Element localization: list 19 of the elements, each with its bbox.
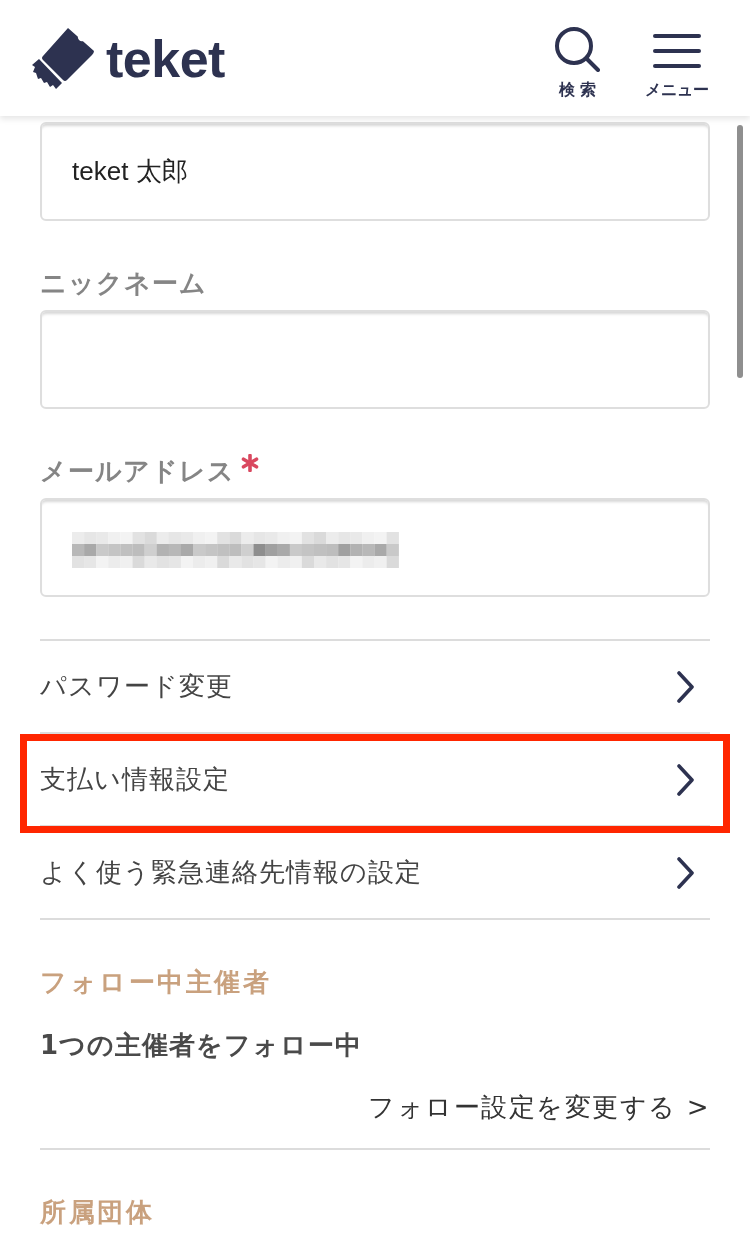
settings-link[interactable]: よく使う緊急連絡先情報の設定 (40, 827, 710, 920)
menu-button[interactable]: メニュー (644, 26, 710, 100)
section-heading: フォロー中主催者 (40, 966, 272, 999)
chevron-right-icon (676, 856, 695, 889)
change-settings-link[interactable]: フォロー設定を変更する > (368, 1087, 710, 1127)
ticket-icon (32, 27, 94, 89)
section-heading: 所属団体 (40, 1196, 155, 1229)
search-button[interactable]: 検索 (544, 26, 610, 100)
text-field[interactable] (40, 310, 710, 409)
text-field[interactable]: teket 太郎 (40, 122, 710, 221)
field-label: メールアドレス (40, 455, 235, 488)
chevron-right-icon (676, 763, 695, 796)
settings-link[interactable]: パスワード変更 (40, 641, 710, 734)
field-label: ニックネーム (40, 267, 207, 300)
summary-text: 1つの主催者をフォロー中 (40, 1029, 364, 1062)
logo-link[interactable]: teket (32, 27, 225, 89)
settings-link[interactable]: 支払い情報設定 (40, 734, 710, 827)
search-icon (554, 26, 600, 72)
chevron-right-icon (676, 670, 695, 703)
